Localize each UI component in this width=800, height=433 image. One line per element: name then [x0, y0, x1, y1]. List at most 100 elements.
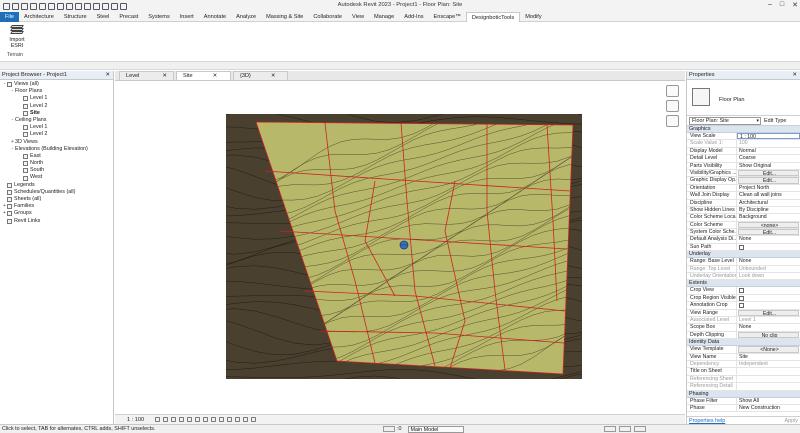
property-value[interactable]: None	[737, 236, 800, 242]
ribbon-tab[interactable]: View	[347, 12, 369, 22]
close-icon[interactable]: ✕	[105, 71, 110, 80]
type-selector[interactable]: Floor Plan	[687, 80, 800, 116]
tree-item[interactable]: Revit Links	[0, 218, 113, 225]
ribbon-tab[interactable]: Precast	[114, 12, 143, 22]
select-pinned-icon[interactable]	[618, 426, 631, 432]
survey-point-icon[interactable]	[399, 240, 409, 250]
property-section-header[interactable]: Identity Data	[687, 339, 800, 347]
property-value[interactable]: Edit...	[738, 229, 799, 236]
view-cube-icon[interactable]	[666, 85, 679, 97]
property-value[interactable]	[737, 368, 800, 374]
property-checkbox[interactable]	[737, 295, 800, 301]
crop-view-icon[interactable]	[187, 417, 193, 422]
reveal-hidden-icon[interactable]	[219, 417, 225, 422]
tree-item[interactable]: + Groups	[0, 210, 113, 217]
view-tab[interactable]: Site ✕	[176, 71, 231, 80]
checkbox[interactable]	[739, 295, 744, 301]
close-icon[interactable]: ✕	[213, 72, 218, 80]
property-value[interactable]: No clip	[738, 331, 799, 339]
ribbon-tab[interactable]: Collaborate	[308, 12, 347, 22]
property-value[interactable]: Architectural	[737, 200, 800, 206]
select-links-icon[interactable]	[603, 426, 616, 432]
tree-item[interactable]: East	[0, 153, 113, 160]
ribbon-tab[interactable]: Modify	[520, 12, 546, 22]
property-section-header[interactable]: Graphics	[687, 126, 800, 133]
ribbon-tab[interactable]: Structure	[59, 12, 92, 22]
tree-item[interactable]: - Ceiling Plans	[0, 117, 113, 124]
tree-item[interactable]: Legends	[0, 182, 113, 189]
tree-item[interactable]: Level 1	[0, 95, 113, 102]
close-icon[interactable]: ✕	[271, 72, 276, 80]
property-value[interactable]: Background	[737, 214, 800, 220]
property-value[interactable]: Project North	[737, 185, 800, 191]
ribbon-tab[interactable]: Steel	[92, 12, 115, 22]
ribbon-tab[interactable]: Systems	[143, 12, 174, 22]
property-value[interactable]: Show Original	[737, 163, 800, 169]
ribbon-tab[interactable]: Annotate	[199, 12, 231, 22]
tree-item[interactable]: Level 1	[0, 124, 113, 131]
property-value[interactable]: Coarse	[737, 155, 800, 161]
close-icon[interactable]: ✕	[792, 71, 797, 80]
worksharing-icon[interactable]	[227, 417, 233, 422]
property-section-header[interactable]: Underlay	[687, 251, 800, 259]
ribbon-tab[interactable]: Architecture	[19, 12, 59, 22]
property-value[interactable]: <None>	[738, 346, 799, 353]
property-value[interactable]: None	[737, 324, 800, 330]
property-value[interactable]: By Discipline	[737, 207, 800, 213]
property-section-header[interactable]: Extents	[687, 280, 800, 288]
zoom-icon[interactable]	[666, 115, 679, 127]
constraints-icon[interactable]	[251, 417, 257, 422]
shadows-icon[interactable]	[179, 417, 185, 422]
maximize-icon[interactable]: □	[780, 1, 784, 9]
view-tab[interactable]: {3D} ✕	[233, 71, 288, 80]
analytical-icon[interactable]	[235, 417, 241, 422]
detail-level-icon[interactable]	[155, 417, 161, 422]
close-icon[interactable]: ✕	[792, 1, 798, 9]
tree-item[interactable]: West	[0, 174, 113, 181]
visual-style-icon[interactable]	[163, 417, 169, 422]
ribbon-tab[interactable]: Insert	[175, 12, 199, 22]
tree-item[interactable]: - Floor Plans	[0, 88, 113, 95]
ribbon-tab[interactable]: DesignboticTools	[465, 11, 521, 22]
tree-item[interactable]: South	[0, 167, 113, 174]
minimize-icon[interactable]: –	[768, 1, 772, 9]
property-value[interactable]: Edit...	[738, 309, 799, 316]
ribbon-tab[interactable]: Enscape™	[429, 12, 466, 22]
site-plan-view[interactable]	[115, 81, 685, 414]
checkbox[interactable]	[739, 303, 744, 309]
tree-item[interactable]: Site	[0, 110, 113, 117]
drawing-area[interactable]	[115, 81, 685, 414]
ribbon-tab[interactable]: Analyze	[231, 12, 261, 22]
worksets-box[interactable]	[383, 426, 395, 432]
tree-item[interactable]: + Families	[0, 203, 113, 210]
highlight-icon[interactable]	[243, 417, 249, 422]
property-value[interactable]: Show All	[737, 398, 800, 404]
property-value[interactable]: New Construction	[737, 405, 800, 411]
property-value[interactable]: Edit...	[738, 169, 799, 177]
tree-item[interactable]: - Elevations (Building Elevation)	[0, 146, 113, 153]
property-value[interactable]: <none>	[738, 221, 799, 229]
close-icon[interactable]: ✕	[162, 72, 167, 80]
filter-icon[interactable]	[633, 426, 646, 432]
property-value[interactable]: None	[737, 258, 800, 264]
show-crop-icon[interactable]	[195, 417, 201, 422]
tree-item[interactable]: Level 2	[0, 131, 113, 138]
view-tab[interactable]: Level 1 ✕	[119, 71, 174, 88]
tree-item[interactable]: Sheets (all)	[0, 196, 113, 203]
view-scale[interactable]: 1 : 100	[127, 417, 144, 423]
edit-type-button[interactable]: Edit Type	[764, 118, 786, 124]
temporary-hide-icon[interactable]	[211, 417, 217, 422]
property-checkbox[interactable]	[737, 244, 800, 250]
property-checkbox[interactable]	[737, 302, 800, 309]
property-value[interactable]: 1 : 100	[737, 133, 800, 140]
tree-item[interactable]: Level 2	[0, 103, 113, 110]
steering-wheel-icon[interactable]	[666, 100, 679, 112]
import-esri-button[interactable]: Import ESRI	[3, 25, 31, 49]
property-value[interactable]: Normal	[737, 148, 800, 154]
tree-item[interactable]: - Views (all)	[0, 81, 113, 88]
sun-path-icon[interactable]	[171, 417, 177, 422]
property-value[interactable]: Edit...	[738, 177, 799, 184]
property-value[interactable]: Clean all wall joins	[737, 192, 800, 198]
tree-item[interactable]: North	[0, 160, 113, 167]
ribbon-tab[interactable]: Manage	[369, 12, 399, 22]
